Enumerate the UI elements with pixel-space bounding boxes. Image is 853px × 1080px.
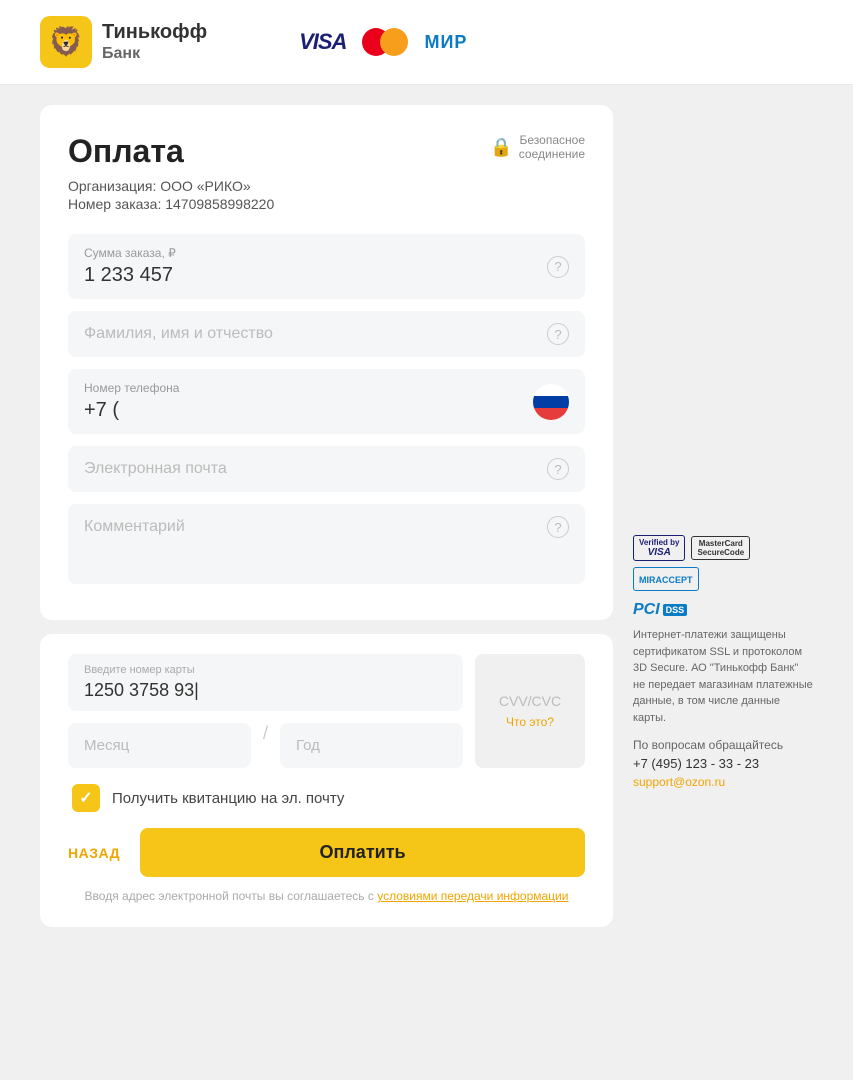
receipt-row: ✓ Получить квитанцию на эл. почту bbox=[68, 784, 585, 812]
card-number-label: Введите номер карты bbox=[84, 664, 447, 676]
payment-section: Введите номер карты 1250 3758 93 Месяц /… bbox=[40, 634, 613, 927]
card-number-field[interactable]: Введите номер карты 1250 3758 93 bbox=[68, 654, 463, 711]
comment-help-icon[interactable]: ? bbox=[547, 516, 569, 538]
card-number-value: 1250 3758 93 bbox=[84, 680, 447, 701]
amount-field[interactable]: Сумма заказа, ₽ 1 233 457 ? bbox=[68, 234, 585, 299]
receipt-label: Получить квитанцию на эл. почту bbox=[112, 790, 344, 807]
expiry-separator: / bbox=[263, 723, 268, 768]
org-info: Организация: ООО «РИКО» bbox=[68, 178, 274, 194]
mir-logo: МИР bbox=[424, 32, 467, 53]
amount-help-icon[interactable]: ? bbox=[547, 256, 569, 278]
year-placeholder: Год bbox=[296, 737, 320, 754]
mastercard-logo bbox=[362, 28, 408, 56]
payment-left: Введите номер карты 1250 3758 93 Месяц /… bbox=[68, 654, 463, 768]
secure-badge: 🔒 Безопасное соединение bbox=[490, 133, 585, 161]
info-card: Оплата Организация: ООО «РИКО» Номер зак… bbox=[40, 105, 613, 620]
comment-placeholder: Комментарий bbox=[84, 518, 185, 536]
verified-visa-badge: Verified by VISA bbox=[633, 535, 685, 561]
expiry-row: Месяц / Год bbox=[68, 723, 463, 768]
tinkoff-logo-icon: 🦁 bbox=[40, 16, 92, 68]
footer-text: Вводя адрес электронной почты вы соглаша… bbox=[68, 889, 585, 903]
payment-logos: VISA МИР bbox=[299, 28, 467, 56]
email-field[interactable]: Электронная почта ? bbox=[68, 446, 585, 492]
pci-badge: PCI DSS bbox=[633, 601, 813, 619]
bank-name: Тинькофф Банк bbox=[102, 20, 207, 63]
cvv-help-link[interactable]: Что это? bbox=[506, 715, 554, 729]
email-placeholder: Электронная почта bbox=[84, 460, 227, 478]
russia-flag-icon bbox=[533, 384, 569, 420]
email-help-icon[interactable]: ? bbox=[547, 458, 569, 480]
month-placeholder: Месяц bbox=[84, 737, 129, 754]
payment-row: Введите номер карты 1250 3758 93 Месяц /… bbox=[68, 654, 585, 768]
right-panel: Verified by VISA MasterCard SecureCode М… bbox=[613, 105, 813, 927]
left-panel: Оплата Организация: ООО «РИКО» Номер зак… bbox=[40, 105, 613, 927]
back-button[interactable]: НАЗАД bbox=[68, 845, 120, 861]
lock-icon: 🔒 bbox=[490, 137, 512, 158]
name-field[interactable]: Фамилия, имя и отчество ? bbox=[68, 311, 585, 357]
contact-email[interactable]: support@ozon.ru bbox=[633, 775, 725, 789]
main-wrapper: Оплата Организация: ООО «РИКО» Номер зак… bbox=[0, 85, 853, 947]
svg-text:🦁: 🦁 bbox=[49, 25, 84, 58]
contact-title: По вопросам обращайтесь bbox=[633, 738, 813, 752]
security-logos: Verified by VISA MasterCard SecureCode М… bbox=[633, 535, 813, 591]
phone-field[interactable]: Номер телефона +7 ( bbox=[68, 369, 585, 434]
phone-value: +7 ( bbox=[84, 399, 533, 422]
amount-value: 1 233 457 bbox=[84, 264, 176, 287]
header: 🦁 Тинькофф Банк VISA МИР bbox=[0, 0, 853, 85]
cvv-panel[interactable]: CVV/CVC Что это? bbox=[475, 654, 585, 768]
cursor bbox=[194, 680, 199, 700]
name-help-icon[interactable]: ? bbox=[547, 323, 569, 345]
checkmark-icon: ✓ bbox=[79, 788, 92, 808]
pay-button[interactable]: Оплатить bbox=[140, 828, 585, 877]
terms-link[interactable]: условиями передачи информации bbox=[377, 889, 568, 903]
name-placeholder: Фамилия, имя и отчество bbox=[84, 325, 273, 343]
visa-logo: VISA bbox=[299, 29, 346, 55]
phone-label: Номер телефона bbox=[84, 381, 533, 395]
action-row: НАЗАД Оплатить bbox=[68, 828, 585, 877]
month-field[interactable]: Месяц bbox=[68, 723, 251, 768]
mc-secure-badge: MasterCard SecureCode bbox=[691, 536, 750, 560]
page-title: Оплата bbox=[68, 133, 274, 170]
comment-field[interactable]: Комментарий ? bbox=[68, 504, 585, 584]
mir-accept-badge: МIRACCEPT bbox=[633, 567, 699, 591]
contact-phone: +7 (495) 123 - 33 - 23 bbox=[633, 756, 813, 771]
order-info: Номер заказа: 14709858998220 bbox=[68, 196, 274, 212]
security-desc: Интернет-платежи защищены сертификатом S… bbox=[633, 627, 813, 726]
amount-label: Сумма заказа, ₽ bbox=[84, 246, 176, 260]
bank-logo: 🦁 Тинькофф Банк bbox=[40, 16, 207, 68]
cvv-label: CVV/CVC bbox=[499, 693, 561, 709]
year-field[interactable]: Год bbox=[280, 723, 463, 768]
receipt-checkbox[interactable]: ✓ bbox=[72, 784, 100, 812]
